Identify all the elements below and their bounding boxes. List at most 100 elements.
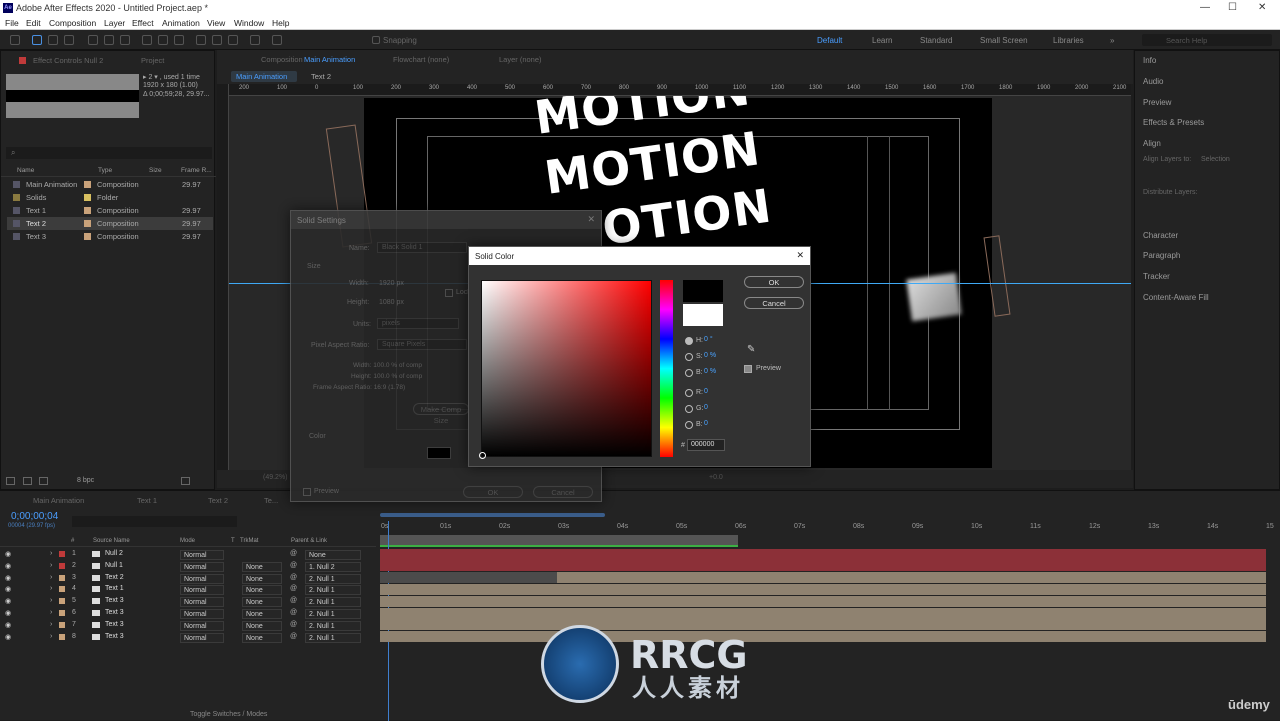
trkmat-dropdown[interactable]: None <box>242 609 282 619</box>
parent-dropdown[interactable]: 2. Null 1 <box>305 585 361 596</box>
layer-row[interactable]: ◉ › 8 Text 3 Normal None @2. Null 1 <box>0 631 376 643</box>
label-color[interactable] <box>59 586 65 593</box>
workspaces-more[interactable]: » <box>1110 36 1114 45</box>
workspace-small-screen[interactable]: Small Screen <box>980 36 1028 45</box>
new-composition-icon[interactable] <box>39 477 48 485</box>
make-comp-size-button[interactable]: Make Comp Size <box>413 403 469 425</box>
col-source-name[interactable]: Source Name <box>93 538 130 544</box>
layer-row[interactable]: ◉ › 5 Text 3 Normal None @2. Null 1 <box>0 595 376 608</box>
panel-tracker[interactable]: Tracker <box>1143 272 1170 281</box>
preview-checkbox[interactable] <box>303 488 311 496</box>
pickwhip-icon[interactable]: @ <box>290 562 297 569</box>
pickwhip-icon[interactable]: @ <box>290 585 297 592</box>
exposure-value[interactable]: +0.0 <box>709 474 723 481</box>
trkmat-dropdown[interactable]: None <box>242 573 282 584</box>
trkmat-dropdown[interactable]: None <box>242 597 282 608</box>
eye-icon[interactable]: ◉ <box>5 574 11 582</box>
tl-tab-text3[interactable]: Te... <box>264 496 278 505</box>
project-item-text1[interactable]: Text 1 Composition 29.97 <box>7 204 213 217</box>
panel-content-aware-fill[interactable]: Content-Aware Fill <box>1143 293 1209 302</box>
zoom-level[interactable]: (49.2%) <box>263 474 288 481</box>
b-radio[interactable] <box>685 369 693 377</box>
workspace-learn[interactable]: Learn <box>872 36 892 45</box>
roto-tool-icon[interactable] <box>250 35 260 45</box>
close-icon[interactable]: ✕ <box>587 214 595 225</box>
layer-name[interactable]: Text 2 <box>105 574 124 581</box>
eye-icon[interactable]: ◉ <box>5 562 11 570</box>
h-value[interactable]: 0 ° <box>704 336 713 343</box>
eye-icon[interactable]: ◉ <box>5 585 11 593</box>
mode-dropdown[interactable]: Normal <box>180 620 224 631</box>
original-color-swatch[interactable] <box>683 304 723 326</box>
parent-dropdown[interactable]: 2. Null 1 <box>305 632 361 643</box>
solid-color-dialog[interactable]: Solid Color ✕ OK Cancel ✎ Preview H: 0 °… <box>468 246 811 467</box>
clone-tool-icon[interactable] <box>212 35 222 45</box>
color-field[interactable] <box>479 280 652 459</box>
layer-row[interactable]: ◉ › 7 Text 3 Normal None @2. Null 1 <box>0 619 376 631</box>
snapping-checkbox[interactable] <box>372 36 380 44</box>
menu-window[interactable]: Window <box>234 18 264 28</box>
mode-dropdown[interactable]: Normal <box>180 573 224 584</box>
g-value[interactable]: 0 <box>704 404 708 411</box>
layer-row[interactable]: ◉ › 3 Text 2 Normal None @2. Null 1 <box>0 572 376 584</box>
menu-edit[interactable]: Edit <box>26 18 41 28</box>
selection-tool-icon[interactable] <box>32 35 42 45</box>
label-color[interactable] <box>59 633 65 640</box>
pickwhip-icon[interactable]: @ <box>290 574 297 581</box>
mode-dropdown[interactable]: Normal <box>180 609 224 619</box>
parent-dropdown[interactable]: 2. Null 1 <box>305 597 361 608</box>
close-icon[interactable]: ✕ <box>796 250 804 261</box>
layer-row[interactable]: ◉ › 4 Text 1 Normal None @2. Null 1 <box>0 583 376 596</box>
layer-duration-bar[interactable] <box>380 583 1266 595</box>
eye-icon[interactable]: ◉ <box>5 597 11 605</box>
parent-dropdown[interactable]: 2. Null 1 <box>305 573 361 584</box>
tl-tab-text2[interactable]: Text 2 <box>208 496 228 505</box>
preview-checkbox[interactable] <box>744 365 752 373</box>
col-parent-link[interactable]: Parent & Link <box>291 538 327 544</box>
parent-dropdown[interactable]: 1. Null 2 <box>305 561 361 572</box>
layer-name[interactable]: Text 3 <box>105 621 124 628</box>
camera-tool-icon[interactable] <box>104 35 114 45</box>
eye-icon[interactable]: ◉ <box>5 633 11 641</box>
brush-tool-icon[interactable] <box>196 35 206 45</box>
workspace-default[interactable]: Default <box>817 36 842 45</box>
layer-duration-bar[interactable] <box>380 607 1266 619</box>
breadcrumb-text2[interactable]: Text 2 <box>311 72 331 81</box>
mode-dropdown[interactable]: Normal <box>180 585 224 596</box>
tab-flowchart[interactable]: Flowchart (none) <box>393 55 449 64</box>
expand-arrow-icon[interactable]: › <box>50 621 52 628</box>
mode-dropdown[interactable]: Normal <box>180 561 224 572</box>
mode-dropdown[interactable]: Normal <box>180 550 224 560</box>
type-tool-icon[interactable] <box>174 35 184 45</box>
menu-effect[interactable]: Effect <box>132 18 154 28</box>
interpret-footage-icon[interactable] <box>6 477 15 485</box>
g-radio[interactable] <box>685 405 693 413</box>
eye-icon[interactable]: ◉ <box>5 609 11 617</box>
expand-arrow-icon[interactable]: › <box>50 609 52 616</box>
layer-row[interactable]: ◉ › 2 Null 1 Normal None @1. Null 2 <box>0 560 376 572</box>
layer-duration-bar[interactable] <box>380 619 1266 631</box>
layer-duration-bar[interactable] <box>380 631 1266 643</box>
expand-arrow-icon[interactable]: › <box>50 597 52 604</box>
pickwhip-icon[interactable]: @ <box>290 550 297 557</box>
s-radio[interactable] <box>685 353 693 361</box>
panel-preview[interactable]: Preview <box>1143 98 1171 107</box>
layer-name[interactable]: Text 3 <box>105 609 124 616</box>
parent-dropdown[interactable]: 2. Null 1 <box>305 609 361 619</box>
trkmat-dropdown[interactable]: None <box>242 585 282 596</box>
tab-composition-name[interactable]: Main Animation <box>304 55 355 64</box>
panel-info[interactable]: Info <box>1143 56 1156 65</box>
height-value[interactable]: 1080 px <box>379 299 404 306</box>
tab-project[interactable]: Project <box>141 56 164 65</box>
parent-dropdown[interactable]: None <box>305 550 361 560</box>
color-swatch[interactable] <box>427 447 451 459</box>
layer-row[interactable]: ◉ › 6 Text 3 Normal None @2. Null 1 <box>0 607 376 619</box>
solid-settings-cancel-button[interactable]: Cancel <box>533 486 593 498</box>
help-search-input[interactable]: Search Help <box>1142 34 1272 46</box>
layer-name[interactable]: Text 1 <box>105 585 124 592</box>
layer-name[interactable]: Null 2 <box>105 550 123 557</box>
trkmat-dropdown[interactable]: None <box>242 620 282 631</box>
panel-align[interactable]: Align <box>1143 139 1161 148</box>
label-color[interactable] <box>59 610 65 616</box>
eye-icon[interactable]: ◉ <box>5 550 11 558</box>
